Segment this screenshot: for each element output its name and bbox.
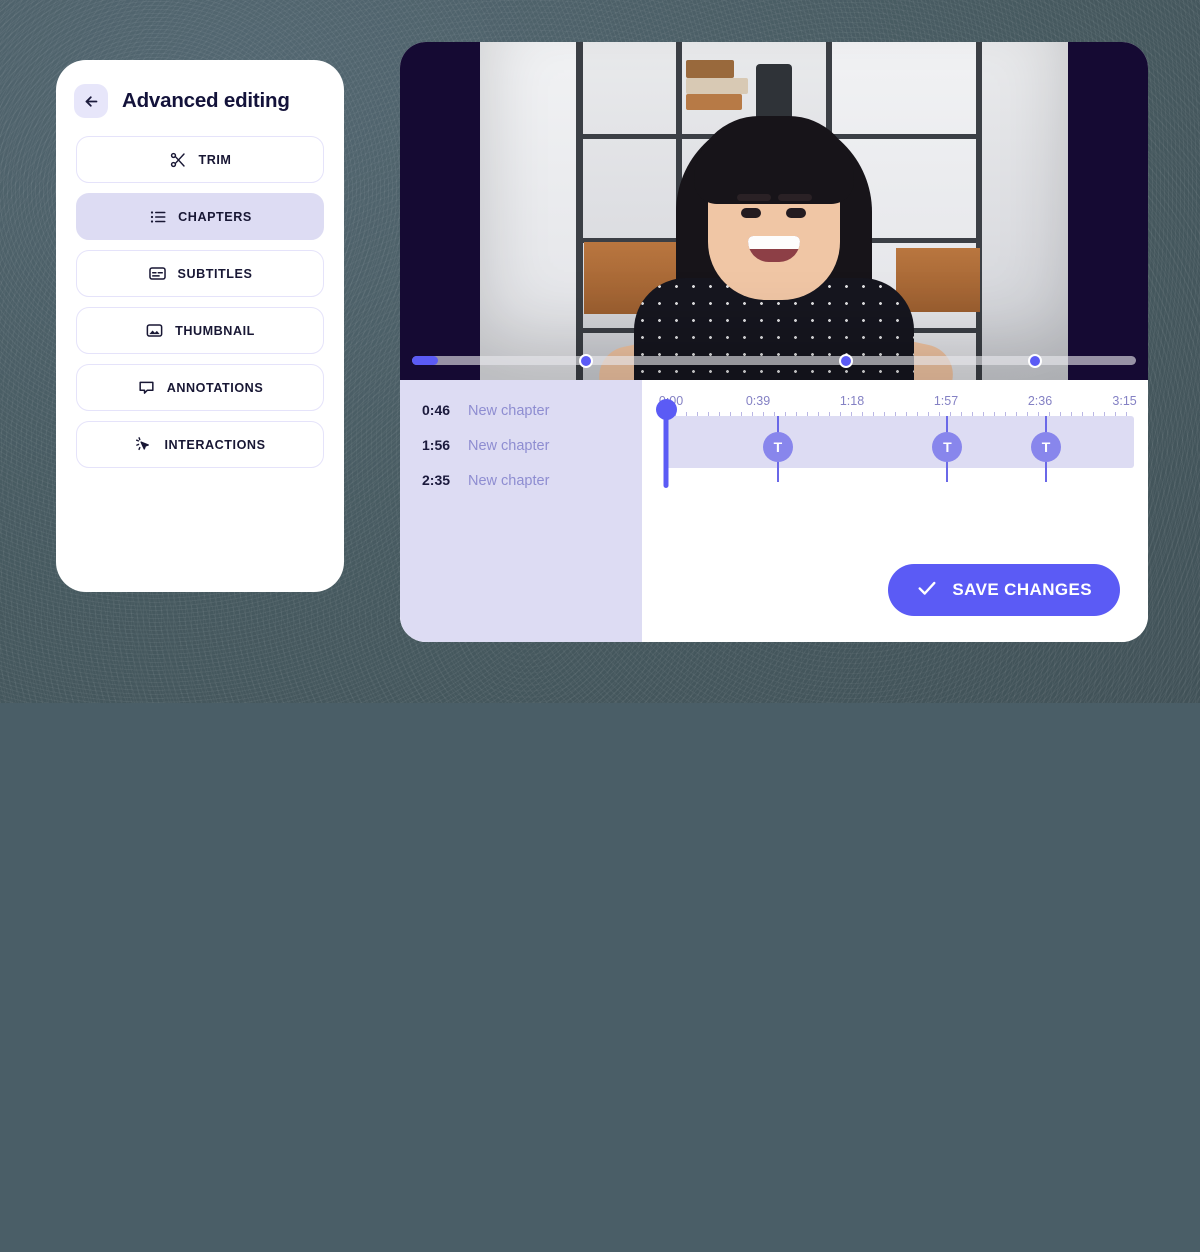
sidebar-menu: TRIM CHAPTERS SUBTITLES THUMBNAIL ANNOTA… [56,118,344,468]
timeline-chapter-marker[interactable]: T [1031,416,1062,482]
ruler-tick-label: 1:57 [933,394,959,408]
sidebar-panel: Advanced editing TRIM CHAPTERS SUBTITLES… [56,60,344,592]
chapter-time: 2:35 [422,472,451,488]
sidebar-item-label: ANNOTATIONS [166,380,264,395]
scrubber-chapter-dot[interactable] [1027,353,1042,368]
timeline-chapter-marker[interactable]: T [762,416,793,482]
back-arrow-icon[interactable] [74,84,108,118]
subtitles-icon [148,264,167,283]
sidebar-item-chapters[interactable]: CHAPTERS [76,193,324,240]
sidebar-item-label: TRIM [198,152,232,167]
ruler-tick-label: 0:39 [745,394,771,408]
chapter-name[interactable]: New chapter [468,473,549,489]
sidebar-item-label: INTERACTIONS [164,437,266,452]
timeline-playhead[interactable] [655,399,677,488]
video-scrubber[interactable] [412,353,1136,368]
list-icon [148,207,167,226]
tablet-device-bezel [0,612,788,1252]
chapter-marker-badge: T [762,432,793,462]
chapter-list-item[interactable]: 1:56 New chapter [422,437,642,454]
timeline[interactable]: 0:00 0:39 1:18 1:57 2:36 3:15 T T T [642,380,1148,642]
save-changes-button[interactable]: SAVE CHANGES [888,564,1120,616]
scrubber-chapter-dot[interactable] [839,353,854,368]
sidebar-item-annotations[interactable]: ANNOTATIONS [76,364,324,411]
sidebar-item-trim[interactable]: TRIM [76,136,324,183]
ruler-tick-label: 2:36 [1027,394,1053,408]
sidebar-item-interactions[interactable]: INTERACTIONS [76,421,324,468]
sidebar-item-label: CHAPTERS [178,209,252,224]
scrubber-chapter-dot[interactable] [578,353,593,368]
speech-bubble-icon [137,378,156,397]
image-icon [145,321,164,340]
chapter-name[interactable]: New chapter [468,438,549,454]
playhead-handle[interactable] [655,399,677,420]
timeline-track[interactable] [664,416,1134,468]
page-title: Advanced editing [122,89,290,112]
check-icon [916,577,938,604]
video-player[interactable]: 00:05 03:15 [400,42,1148,380]
chapter-list: 0:46 New chapter 1:56 New chapter 2:35 N… [400,380,642,642]
video-progress-fill [412,356,439,365]
save-changes-label: SAVE CHANGES [952,580,1092,599]
ruler-tick-label: 1:18 [839,394,865,408]
video-frame [480,42,1068,380]
sidebar-header: Advanced editing [56,60,344,118]
chapter-name[interactable]: New chapter [468,403,549,419]
chapter-marker-badge: T [1031,432,1062,462]
chapter-list-item[interactable]: 2:35 New chapter [422,472,642,489]
ruler-tick-label: 3:15 [1112,394,1137,408]
sidebar-item-thumbnail[interactable]: THUMBNAIL [76,307,324,354]
video-scene-image [480,42,1068,380]
sidebar-item-label: THUMBNAIL [175,323,255,338]
scissors-icon [169,150,188,169]
chapter-marker-badge: T [932,432,963,462]
sidebar-item-label: SUBTITLES [177,266,253,281]
chapter-time: 0:46 [422,402,451,418]
chapter-time: 1:56 [422,437,451,453]
chapter-list-item[interactable]: 0:46 New chapter [422,402,642,419]
cursor-click-icon [134,435,153,454]
timeline-chapter-marker[interactable]: T [932,416,963,482]
editor-panel: 00:05 03:15 0:46 New chapter 1:56 New ch… [400,42,1148,642]
sidebar-item-subtitles[interactable]: SUBTITLES [76,250,324,297]
editor-lower-section: 0:46 New chapter 1:56 New chapter 2:35 N… [400,380,1148,642]
